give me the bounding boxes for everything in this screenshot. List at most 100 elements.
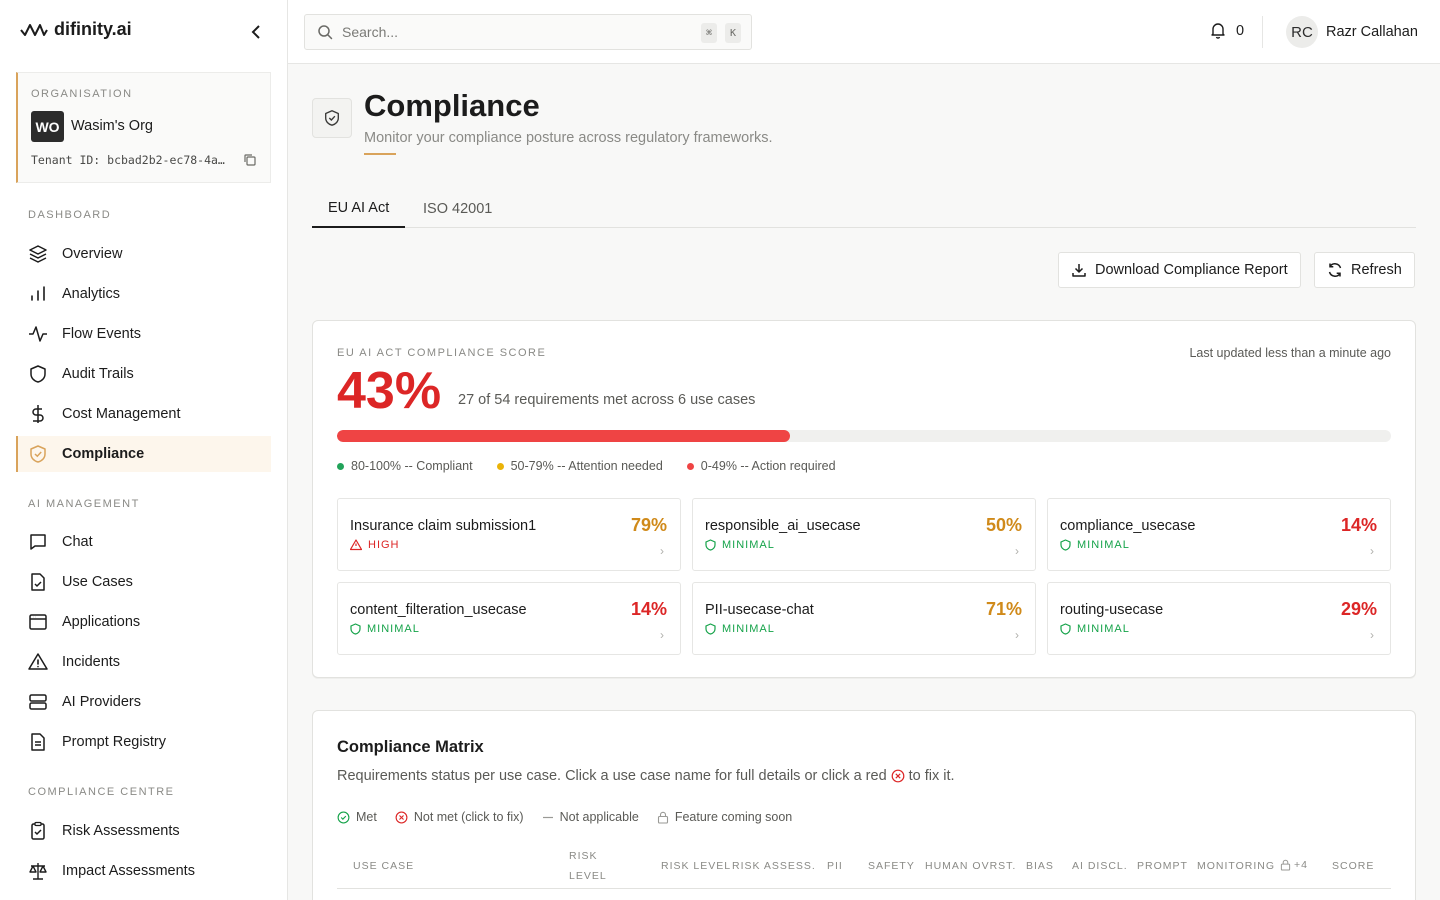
th-level: LEVEL — [569, 870, 607, 882]
use-case-score: 29% — [1340, 599, 1377, 619]
shortcut-k-key: K — [725, 23, 741, 43]
sidebar-item-audit-trails[interactable]: Audit Trails — [16, 356, 271, 392]
search-input[interactable] — [342, 24, 682, 40]
dollar-icon — [32, 405, 44, 423]
use-case-card[interactable]: routing-usecase 29% MINIMAL › — [1047, 582, 1391, 655]
tab-eu-ai-act[interactable]: EU AI Act — [312, 190, 406, 228]
matrix-legend: Met Not met (click to fix) Not applicabl… — [337, 810, 792, 824]
user-name: Razr Callahan — [1326, 24, 1418, 40]
legend-not-applicable: Not applicable — [542, 810, 639, 824]
dash-icon — [542, 816, 553, 818]
tab-iso-42001[interactable]: ISO 42001 — [407, 190, 508, 228]
use-case-name: PII-usecase-chat — [705, 602, 814, 618]
use-case-name: routing-usecase — [1060, 602, 1164, 618]
score-label: EU AI ACT COMPLIANCE SCORE — [337, 347, 547, 359]
notifications-button[interactable]: 0 — [1210, 22, 1244, 39]
risk-level: MINIMAL — [367, 623, 420, 635]
th-risk-level[interactable]: RISK LEVEL — [661, 860, 731, 872]
notification-count: 0 — [1236, 22, 1245, 39]
nav-section-dashboard: DASHBOARD — [28, 209, 112, 221]
sidebar-item-label: AI Providers — [62, 694, 141, 710]
shield-icon — [705, 623, 716, 635]
risk-level: HIGH — [368, 539, 400, 551]
user-menu[interactable]: RC Razr Callahan — [1286, 16, 1418, 48]
bell-icon — [1211, 23, 1225, 39]
sidebar-item-flow-events[interactable]: Flow Events — [16, 316, 271, 352]
sidebar-item-analytics[interactable]: Analytics — [16, 276, 271, 312]
use-case-name: content_filteration_usecase — [350, 602, 527, 618]
use-case-score: 14% — [1340, 515, 1377, 535]
org-card[interactable]: ORGANISATION WO Wasim's Org Tenant ID: b… — [16, 72, 271, 183]
chevron-right-icon: › — [660, 628, 664, 642]
use-case-card[interactable]: compliance_usecase 14% MINIMAL › — [1047, 498, 1391, 571]
collapse-sidebar-button[interactable] — [246, 22, 266, 42]
th-risk[interactable]: RISK — [569, 850, 598, 862]
shield-icon — [705, 539, 716, 551]
score-progress-bar — [337, 430, 1391, 442]
th-risk-assess[interactable]: RISK ASSESS. — [732, 860, 816, 872]
th-ai-disclosure[interactable]: AI DISCL. — [1072, 860, 1128, 872]
sidebar-item-label: Chat — [62, 534, 93, 550]
sidebar-item-impact-assessments[interactable]: Impact Assessments — [16, 853, 271, 889]
sidebar-item-applications[interactable]: Applications — [16, 604, 271, 640]
framework-tabs: EU AI Act ISO 42001 — [312, 190, 1416, 228]
shield-icon — [30, 365, 46, 383]
legend-not-met: Not met (click to fix) — [395, 810, 524, 824]
sidebar-item-label: Compliance — [62, 446, 145, 462]
download-report-button[interactable]: Download Compliance Report — [1058, 252, 1301, 288]
sidebar-item-incidents[interactable]: Incidents — [16, 644, 271, 680]
risk-badge: MINIMAL — [350, 623, 420, 635]
shield-icon — [1060, 539, 1071, 551]
sidebar-item-use-cases[interactable]: Use Cases — [16, 564, 271, 600]
avatar: RC — [1286, 16, 1318, 48]
use-case-score: 14% — [630, 599, 667, 619]
search-box[interactable]: ⌘ K — [304, 14, 752, 50]
activity-icon — [29, 326, 47, 342]
sidebar-item-ai-providers[interactable]: AI Providers — [16, 684, 271, 720]
use-case-card[interactable]: content_filteration_usecase 14% MINIMAL … — [337, 582, 681, 655]
chevron-right-icon: › — [1015, 544, 1019, 558]
legend-compliant: 80-100% -- Compliant — [337, 459, 473, 473]
th-use-case[interactable]: USE CASE — [353, 860, 414, 872]
sidebar-item-cost-management[interactable]: Cost Management — [16, 396, 271, 432]
use-case-card[interactable]: Insurance claim submission1 79% HIGH › — [337, 498, 681, 571]
th-human-oversight[interactable]: HUMAN OVRST. — [925, 860, 1016, 872]
page-subtitle: Monitor your compliance posture across r… — [364, 130, 773, 146]
x-circle-icon — [891, 769, 905, 783]
legend-met: Met — [337, 810, 377, 824]
org-label: ORGANISATION — [31, 88, 133, 100]
refresh-button[interactable]: Refresh — [1314, 252, 1415, 288]
nav-section-ai-management: AI MANAGEMENT — [28, 498, 140, 510]
th-score[interactable]: SCORE — [1332, 860, 1374, 872]
shield-icon — [1060, 623, 1071, 635]
th-monitoring[interactable]: MONITORING — [1197, 860, 1275, 872]
th-more-columns[interactable]: +4 — [1280, 859, 1308, 871]
risk-level: MINIMAL — [1077, 623, 1130, 635]
shield-check-icon — [325, 110, 339, 126]
chat-icon — [30, 534, 46, 550]
check-circle-icon — [337, 811, 350, 823]
score-legend: 80-100% -- Compliant 50-79% -- Attention… — [337, 459, 836, 473]
risk-level: MINIMAL — [722, 539, 775, 551]
refresh-icon — [1328, 263, 1342, 277]
wave-logo-icon — [20, 23, 48, 36]
use-case-card[interactable]: PII-usecase-chat 71% MINIMAL › — [692, 582, 1036, 655]
sidebar-item-risk-assessments[interactable]: Risk Assessments — [16, 813, 271, 849]
use-case-score: 71% — [985, 599, 1022, 619]
th-pii[interactable]: PII — [827, 860, 843, 872]
copy-icon[interactable] — [243, 153, 257, 167]
use-case-name: responsible_ai_usecase — [705, 518, 861, 534]
green-dot-icon — [337, 462, 344, 470]
matrix-sub-text: Requirements status per use case. Click … — [337, 768, 887, 784]
th-prompt[interactable]: PROMPT — [1137, 860, 1188, 872]
sidebar-item-overview[interactable]: Overview — [16, 236, 271, 272]
score-progress-fill — [337, 430, 791, 442]
sidebar-item-prompt-registry[interactable]: Prompt Registry — [16, 724, 271, 760]
brand-logo[interactable]: difinity.ai — [20, 19, 132, 40]
use-case-card[interactable]: responsible_ai_usecase 50% MINIMAL › — [692, 498, 1036, 571]
th-bias[interactable]: BIAS — [1026, 860, 1054, 872]
page-icon — [312, 98, 352, 138]
th-safety[interactable]: SAFETY — [868, 860, 915, 872]
sidebar-item-compliance[interactable]: Compliance — [16, 436, 271, 472]
sidebar-item-chat[interactable]: Chat — [16, 524, 271, 560]
